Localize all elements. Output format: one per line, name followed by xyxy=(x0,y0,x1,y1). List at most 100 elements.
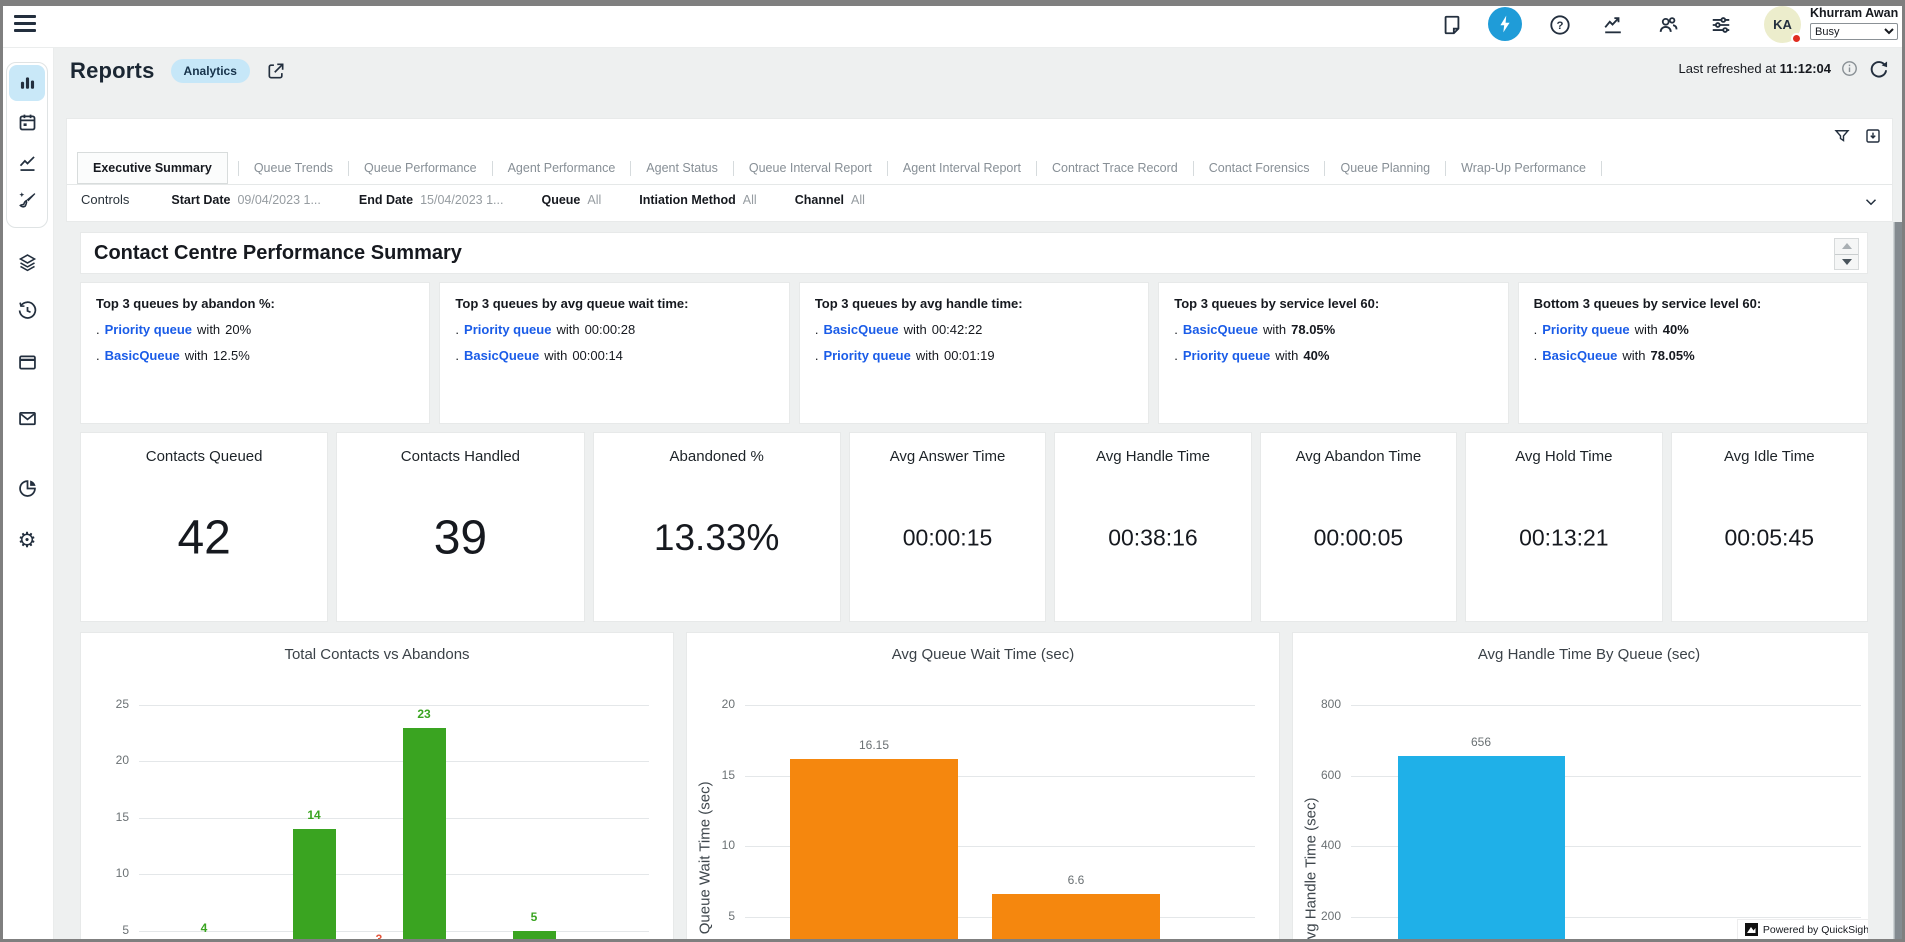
filter-icon[interactable] xyxy=(1833,127,1851,145)
bar-total-contacts[interactable] xyxy=(293,829,336,942)
bar-total-contacts[interactable] xyxy=(403,728,446,942)
external-link-icon[interactable] xyxy=(266,61,286,81)
bar-chart-icon xyxy=(17,73,38,94)
list-item: .BasicQueuewith12.5% xyxy=(96,348,414,363)
sidebar-item-mail[interactable] xyxy=(9,400,45,436)
queue-link[interactable]: BasicQueue xyxy=(464,348,539,363)
tab-queue-trends[interactable]: Queue Trends xyxy=(249,152,338,184)
filter-initiation-method[interactable]: Intiation Method All xyxy=(639,193,756,207)
kpi-contacts-handled: Contacts Handled 39 xyxy=(336,432,584,622)
busy-status-dot xyxy=(1791,33,1802,44)
status-select[interactable]: Busy xyxy=(1810,23,1898,40)
calendar-icon xyxy=(17,112,38,133)
y-tick-label: 600 xyxy=(1307,768,1341,782)
analytics-badge: Analytics xyxy=(171,59,250,83)
report-panel: Executive Summary Queue Trends Queue Per… xyxy=(66,118,1893,222)
kpi-value: 39 xyxy=(337,511,583,566)
y-tick-label: 400 xyxy=(1307,838,1341,852)
queue-card-title: Bottom 3 queues by service level 60: xyxy=(1534,296,1852,311)
kpi-value: 42 xyxy=(81,511,327,566)
queue-link[interactable]: Priority queue xyxy=(823,348,910,363)
hamburger-icon[interactable] xyxy=(14,15,36,32)
tab-queue-performance[interactable]: Queue Performance xyxy=(359,152,482,184)
kpi-value: 00:38:16 xyxy=(1055,525,1250,552)
tab-agent-status[interactable]: Agent Status xyxy=(641,152,723,184)
queue-card-title: Top 3 queues by avg handle time: xyxy=(815,296,1133,311)
queue-card-service-level-bottom: Bottom 3 queues by service level 60: .Pr… xyxy=(1518,282,1868,424)
kpi-value: 00:05:45 xyxy=(1672,525,1867,552)
tab-queue-planning[interactable]: Queue Planning xyxy=(1335,152,1435,184)
tab-agent-performance[interactable]: Agent Performance xyxy=(503,152,621,184)
sidebar-item-trends[interactable] xyxy=(9,145,45,181)
sidebar-item-calendar[interactable] xyxy=(9,104,45,140)
y-tick-label: 25 xyxy=(95,697,129,711)
sidebar-item-reports[interactable] xyxy=(9,65,45,101)
filter-channel[interactable]: Channel All xyxy=(795,193,865,207)
chevron-down-icon[interactable] xyxy=(1862,193,1880,211)
kpi-label: Avg Abandon Time xyxy=(1261,448,1456,465)
filter-queue[interactable]: Queue All xyxy=(541,193,601,207)
y-tick-label: 800 xyxy=(1307,697,1341,711)
scroll-down-button[interactable] xyxy=(1835,255,1858,270)
kpi-avg-idle-time: Avg Idle Time 00:05:45 xyxy=(1671,432,1868,622)
queue-link[interactable]: Priority queue xyxy=(105,322,192,337)
queue-link[interactable]: Priority queue xyxy=(1542,322,1629,337)
powered-by-text: Powered by QuickSight xyxy=(1763,924,1868,936)
sliders-icon[interactable] xyxy=(1710,14,1732,36)
chart-plot: 510152016.156.6 xyxy=(687,633,1279,942)
bar-value-label: 23 xyxy=(384,707,464,721)
scrollbar-thumb[interactable] xyxy=(1895,222,1904,942)
bar-avg-queue-wait-time[interactable] xyxy=(790,759,958,942)
queue-link[interactable]: BasicQueue xyxy=(1183,322,1258,337)
sidebar-item-windows[interactable] xyxy=(9,344,45,380)
filter-end-date[interactable]: End Date 15/04/2023 1... xyxy=(359,193,504,207)
tab-executive-summary[interactable]: Executive Summary xyxy=(77,152,228,184)
sidebar-item-design[interactable] xyxy=(9,182,45,218)
bar-value-label: 6.6 xyxy=(1036,873,1116,887)
pie-chart-icon xyxy=(17,478,38,499)
bar-value-label: 14 xyxy=(274,808,354,822)
queue-card-handle-time: Top 3 queues by avg handle time: .BasicQ… xyxy=(799,282,1149,424)
trend-icon[interactable] xyxy=(1602,14,1624,36)
sidebar-item-analytics[interactable] xyxy=(9,470,45,506)
help-icon[interactable]: ? xyxy=(1549,14,1571,36)
tab-queue-interval-report[interactable]: Queue Interval Report xyxy=(744,152,877,184)
list-item: .Priority queuewith00:00:28 xyxy=(455,322,773,337)
kpi-cards: Contacts Queued 42 Contacts Handled 39 A… xyxy=(80,432,1868,622)
list-item: .BasicQueuewith00:00:14 xyxy=(455,348,773,363)
queue-link[interactable]: Priority queue xyxy=(464,322,551,337)
queue-link[interactable]: Priority queue xyxy=(1183,348,1270,363)
tab-contact-forensics[interactable]: Contact Forensics xyxy=(1204,152,1315,184)
list-item: .Priority queuewith40% xyxy=(1534,322,1852,337)
queue-link[interactable]: BasicQueue xyxy=(1542,348,1617,363)
sidebar-item-history[interactable] xyxy=(9,292,45,328)
y-tick-label: 10 xyxy=(95,866,129,880)
bar-avg-handle-time[interactable] xyxy=(1398,756,1565,942)
gridline xyxy=(1351,705,1861,706)
bar-total-contacts[interactable] xyxy=(513,931,556,942)
bar-avg-queue-wait-time[interactable] xyxy=(992,894,1160,942)
sidebar-item-datasets[interactable] xyxy=(9,244,45,280)
filter-start-date[interactable]: Start Date 09/04/2023 1... xyxy=(171,193,320,207)
queue-link[interactable]: BasicQueue xyxy=(105,348,180,363)
list-item: .BasicQueuewith78.05% xyxy=(1534,348,1852,363)
scroll-up-button[interactable] xyxy=(1835,239,1858,255)
y-tick-label: 15 xyxy=(95,810,129,824)
flash-icon[interactable] xyxy=(1488,7,1522,41)
tab-wrap-up-performance[interactable]: Wrap-Up Performance xyxy=(1456,152,1591,184)
app-window: ? KA Khurram Awan Busy xyxy=(0,0,1905,942)
chart-avg-queue-wait-time: Avg Queue Wait Time (sec) Avg Queue Wait… xyxy=(686,632,1280,942)
info-icon[interactable] xyxy=(1841,60,1858,77)
refresh-icon[interactable] xyxy=(1868,58,1889,79)
queue-link[interactable]: BasicQueue xyxy=(823,322,898,337)
notepad-icon[interactable] xyxy=(1441,14,1463,36)
avatar[interactable]: KA xyxy=(1764,6,1801,43)
kpi-avg-answer-time: Avg Answer Time 00:00:15 xyxy=(849,432,1046,622)
layers-icon xyxy=(17,252,38,273)
users-icon[interactable] xyxy=(1657,14,1679,36)
sidebar-item-settings[interactable]: ⚙ xyxy=(9,522,45,558)
download-icon[interactable] xyxy=(1864,127,1882,145)
kpi-value: 00:00:05 xyxy=(1261,525,1456,552)
tab-contract-trace-record[interactable]: Contract Trace Record xyxy=(1047,152,1183,184)
tab-agent-interval-report[interactable]: Agent Interval Report xyxy=(898,152,1026,184)
